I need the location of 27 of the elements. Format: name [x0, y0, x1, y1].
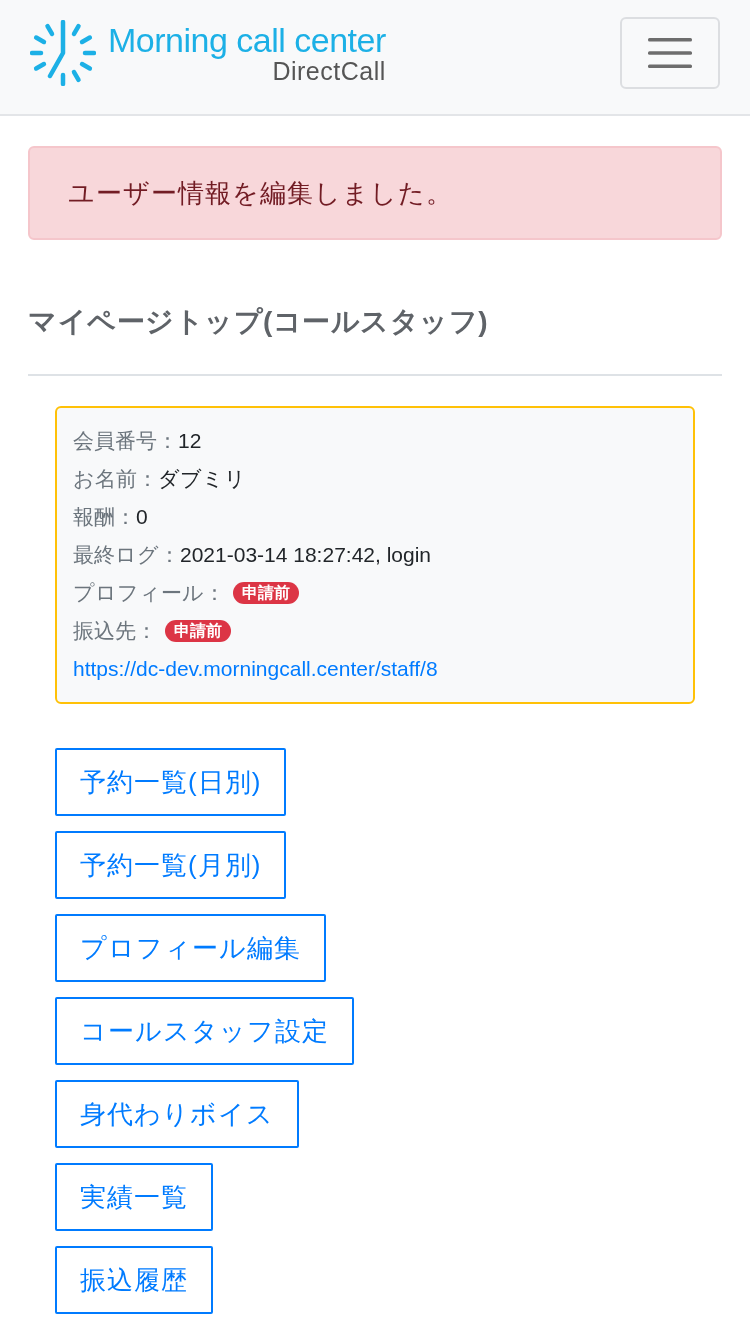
field-label: 報酬： — [73, 504, 136, 530]
menu-button[interactable] — [620, 17, 720, 89]
field-label: お名前： — [73, 466, 158, 492]
clock-sunburst-icon — [30, 20, 96, 86]
menu-link-button[interactable]: 身代わりボイス — [55, 1080, 299, 1148]
status-badge: 申請前 — [165, 620, 231, 642]
field-label: 最終ログ： — [73, 542, 180, 568]
logo-title: Morning call center — [108, 22, 386, 58]
menu-link-button[interactable]: 予約一覧(日別) — [55, 748, 287, 816]
menu-link-button[interactable]: プロフィール編集 — [55, 914, 326, 982]
status-badge: 申請前 — [233, 582, 299, 604]
menu-link-button[interactable]: コールスタッフ設定 — [55, 997, 354, 1065]
menu-icon — [648, 37, 692, 69]
field-label: 振込先： — [73, 618, 157, 644]
menu-link-button[interactable]: 振込履歴 — [55, 1246, 213, 1314]
logo-subtitle: DirectCall — [272, 58, 386, 84]
field-value: 12 — [178, 429, 202, 453]
field-label: 会員番号： — [73, 428, 178, 454]
menu-link-button[interactable]: 実績一覧 — [55, 1163, 213, 1231]
staff-page-link[interactable]: https://dc-dev.morningcall.center/staff/8 — [73, 657, 438, 681]
field-value: 2021-03-14 18:27:42, login — [180, 543, 432, 567]
field-label: プロフィール： — [73, 580, 225, 606]
field-value: 0 — [136, 505, 148, 529]
success-alert: ユーザー情報を編集しました。 — [28, 146, 722, 240]
field-value: ダブミリ — [158, 466, 246, 492]
menu-link-button[interactable]: 予約一覧(月別) — [55, 831, 287, 899]
page-title: マイページトップ(コールスタッフ) — [28, 305, 490, 339]
